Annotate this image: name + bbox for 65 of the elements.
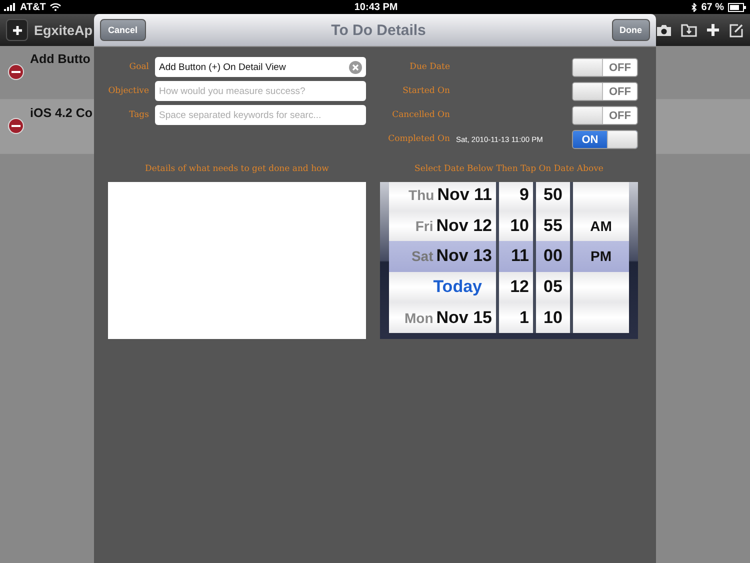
field-label: Objective <box>108 86 149 96</box>
app-title: EgxiteAp <box>34 22 93 38</box>
dialog-title: To Do Details <box>330 22 427 38</box>
picker-value: Today <box>433 277 482 298</box>
bluetooth-icon <box>691 2 698 12</box>
text-field[interactable]: How would you measure success? <box>155 81 366 101</box>
picker-value: 00 <box>544 246 562 266</box>
battery-icon <box>728 2 746 12</box>
date-picker[interactable]: Thu Nov 11 9 50 Fri Nov 12 10 55 AM Sat Nov 13 11 00 PM Today 12 05 Mon Nov 15 1 10 <box>380 182 638 339</box>
folder-icon[interactable] <box>681 23 697 37</box>
picker-value: Nov 13 <box>436 246 492 266</box>
picker-value: 1 <box>520 308 529 328</box>
cancel-button[interactable]: Cancel <box>100 19 146 41</box>
picker-value: 11 <box>511 246 529 266</box>
toggle-switch[interactable]: ON <box>572 130 638 148</box>
clock: 10:43 PM <box>353 2 399 12</box>
picker-value: 9 <box>520 185 529 206</box>
picker-value: 10 <box>544 308 562 328</box>
wifi-icon <box>50 3 61 11</box>
toggle-label: Cancelled On <box>391 110 450 120</box>
section-caption: Details of what needs to get done and how <box>144 164 330 174</box>
picker-value: 55 <box>544 216 562 236</box>
text-field[interactable]: Space separated keywords for searc... <box>155 105 366 125</box>
picker-value: Nov 11 <box>437 185 492 206</box>
camera-icon[interactable] <box>656 24 672 36</box>
row-title: Add Butto <box>30 52 90 68</box>
toggle-switch[interactable]: OFF <box>572 58 638 76</box>
text-field[interactable]: Add Button (+) On Detail View <box>155 57 366 77</box>
plus-icon <box>12 24 22 36</box>
clear-icon[interactable] <box>349 60 362 74</box>
picker-value: Mon <box>404 310 434 326</box>
carrier: AT&T <box>20 2 46 12</box>
picker-value: AM <box>590 218 612 234</box>
compose-icon[interactable] <box>729 22 744 38</box>
picker-value: 12 <box>510 277 529 298</box>
picker-value: Nov 12 <box>436 216 492 236</box>
picker-value: Fri <box>415 218 434 234</box>
picker-row[interactable]: Mon Nov 15 1 10 <box>389 302 629 333</box>
toggle-label: Started On <box>402 86 450 96</box>
picker-value: Nov 15 <box>436 308 492 328</box>
toggle-switch[interactable]: OFF <box>572 82 638 100</box>
picker-value: PM <box>590 248 612 264</box>
done-button[interactable]: Done <box>612 19 650 41</box>
picker-value: Thu <box>408 187 434 204</box>
picker-row[interactable]: Today 12 05 <box>389 272 629 302</box>
field-label: Tags <box>128 110 149 120</box>
signal-icon <box>4 3 16 11</box>
delete-icon[interactable] <box>8 118 24 134</box>
section-caption: Select Date Below Then Tap On Date Above <box>414 164 604 174</box>
picker-row[interactable]: Fri Nov 12 10 55 AM <box>389 210 629 242</box>
add-button[interactable] <box>6 19 28 41</box>
battery-level: 67 % <box>701 2 724 12</box>
picker-row[interactable]: Sat Nov 13 11 00 PM <box>389 241 629 272</box>
picker-row[interactable]: Thu Nov 11 9 50 <box>389 182 629 211</box>
toggle-switch[interactable]: OFF <box>572 106 638 124</box>
row-title: iOS 4.2 Co <box>30 106 93 122</box>
toggle-label: Due Date <box>408 62 450 72</box>
picker-value: Sat <box>411 248 434 264</box>
picker-value: 05 <box>544 277 562 298</box>
delete-icon[interactable] <box>8 64 24 80</box>
field-label: Goal <box>128 62 149 72</box>
plus-icon[interactable] <box>706 23 720 37</box>
picker-value: 50 <box>544 185 562 206</box>
picker-value: 10 <box>510 216 529 236</box>
toggle-label: Completed On <box>387 134 450 144</box>
